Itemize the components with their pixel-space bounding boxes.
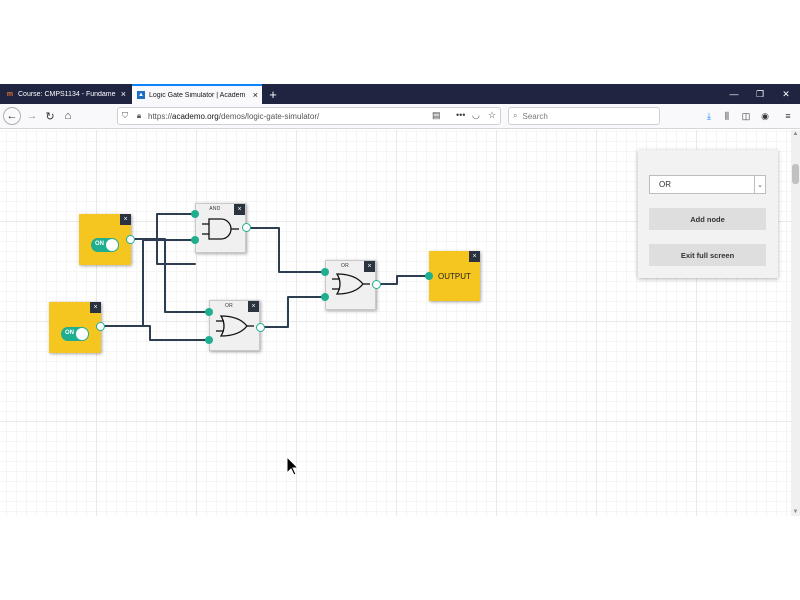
page-actions-icon[interactable]: •••	[456, 110, 465, 120]
tab-logic-gate-simulator[interactable]: ▲ Logic Gate Simulator | Academ ×	[132, 84, 262, 104]
tab-title: Logic Gate Simulator | Academ	[149, 91, 246, 99]
tab-close-icon[interactable]: ×	[253, 90, 258, 100]
pocket-icon[interactable]: ◡	[472, 110, 480, 121]
or-gate-icon	[216, 315, 254, 337]
and-gate-icon	[202, 218, 239, 240]
tab-close-icon[interactable]: ×	[121, 89, 126, 99]
input-port[interactable]	[321, 268, 329, 276]
academo-logo-icon: ▲	[137, 91, 145, 99]
output-port[interactable]	[242, 223, 251, 232]
close-icon[interactable]: ×	[90, 302, 101, 313]
tab-course[interactable]: m Course: CMPS1134 - Fundame ×	[2, 84, 130, 104]
gate-node-or[interactable]: OR ×	[209, 300, 260, 351]
output-port[interactable]	[372, 280, 381, 289]
wire	[246, 227, 326, 273]
input-port[interactable]	[321, 293, 329, 301]
control-panel: OR ⌄ Add node Exit full screen	[638, 150, 778, 278]
url-domain: academo.org	[172, 111, 219, 121]
add-node-button[interactable]: Add node	[649, 208, 766, 230]
account-icon[interactable]: ◉	[757, 108, 773, 124]
url-text[interactable]: https://academo.org/demos/logic-gate-sim…	[148, 112, 319, 121]
forward-button[interactable]: →	[23, 107, 41, 125]
close-icon[interactable]: ×	[469, 251, 480, 262]
output-node[interactable]: × OUTPUT	[429, 251, 480, 301]
gate-type-select[interactable]: OR ⌄	[649, 175, 766, 194]
window-close-button[interactable]: ✕	[774, 84, 798, 104]
home-button[interactable]: ⌂	[59, 107, 77, 125]
url-prefix: https://	[148, 111, 173, 121]
reader-view-icon[interactable]: ▤	[432, 110, 441, 121]
toggle-label: ON	[65, 330, 74, 336]
menu-icon[interactable]: ≡	[780, 108, 796, 124]
url-path: /demos/logic-gate-simulator/	[218, 111, 320, 121]
search-bar[interactable]: ⌕	[508, 107, 660, 125]
exit-fullscreen-button[interactable]: Exit full screen	[649, 244, 766, 266]
scroll-up-icon[interactable]: ▲	[791, 130, 800, 138]
toggle-knob	[76, 328, 88, 340]
toggle-switch[interactable]: ON	[91, 238, 119, 252]
wire	[132, 213, 196, 240]
back-button[interactable]: ←	[3, 107, 21, 125]
library-icon[interactable]: ⫼	[719, 108, 735, 124]
or-gate-icon	[332, 273, 370, 295]
toggle-knob	[106, 239, 118, 251]
mouse-cursor-icon	[286, 456, 300, 476]
toggle-switch[interactable]: ON	[61, 327, 89, 341]
sidebar-icon[interactable]: ◫	[738, 108, 754, 124]
m-logo-icon: m	[6, 90, 14, 98]
browser-window: m Course: CMPS1134 - Fundame × ▲ Logic G…	[0, 84, 800, 516]
tab-title: Course: CMPS1134 - Fundame	[18, 90, 116, 98]
input-port[interactable]	[205, 336, 213, 344]
reload-button[interactable]: ↻	[41, 107, 59, 125]
lock-icon[interactable]: 🔒︎	[132, 111, 146, 121]
close-icon[interactable]: ×	[120, 214, 131, 225]
input-node[interactable]: × ON	[49, 302, 101, 353]
wire	[261, 296, 326, 328]
bookmark-star-icon[interactable]: ☆	[488, 110, 496, 121]
vertical-scrollbar[interactable]: ▲ ▼	[791, 130, 800, 516]
input-node[interactable]: × ON	[79, 214, 131, 265]
chevron-down-icon[interactable]: ⌄	[754, 176, 765, 193]
shield-icon[interactable]: ⛉	[118, 111, 132, 121]
input-port[interactable]	[205, 308, 213, 316]
simulator-canvas[interactable]: × ON × ON AND × OR × OR × × OUTPUT OR ⌄ …	[0, 130, 791, 516]
input-port[interactable]	[191, 210, 199, 218]
gate-node-or[interactable]: OR ×	[325, 260, 376, 310]
gate-node-and[interactable]: AND ×	[195, 203, 246, 253]
navigation-bar: ← → ↻ ⌂ ⛉ 🔒︎ https://academo.org/demos/l…	[0, 104, 800, 129]
output-port[interactable]	[126, 235, 135, 244]
scroll-thumb[interactable]	[792, 164, 799, 184]
input-port[interactable]	[425, 272, 433, 280]
select-value: OR	[659, 180, 671, 189]
url-bar[interactable]: ⛉ 🔒︎ https://academo.org/demos/logic-gat…	[117, 107, 501, 125]
search-input[interactable]	[520, 110, 645, 122]
input-port[interactable]	[191, 236, 199, 244]
scroll-down-icon[interactable]: ▼	[791, 508, 800, 516]
new-tab-button[interactable]: +	[266, 84, 280, 104]
restore-button[interactable]: ❐	[748, 84, 772, 104]
tab-bar: m Course: CMPS1134 - Fundame × ▲ Logic G…	[0, 84, 800, 104]
toggle-label: ON	[95, 241, 104, 247]
download-icon[interactable]: ⤓	[701, 108, 717, 124]
output-port[interactable]	[256, 323, 265, 332]
output-port[interactable]	[96, 322, 105, 331]
wire	[102, 325, 210, 341]
output-label: OUTPUT	[438, 272, 471, 281]
search-icon: ⌕	[513, 111, 518, 120]
wire	[376, 275, 430, 285]
minimize-button[interactable]: —	[722, 84, 746, 104]
